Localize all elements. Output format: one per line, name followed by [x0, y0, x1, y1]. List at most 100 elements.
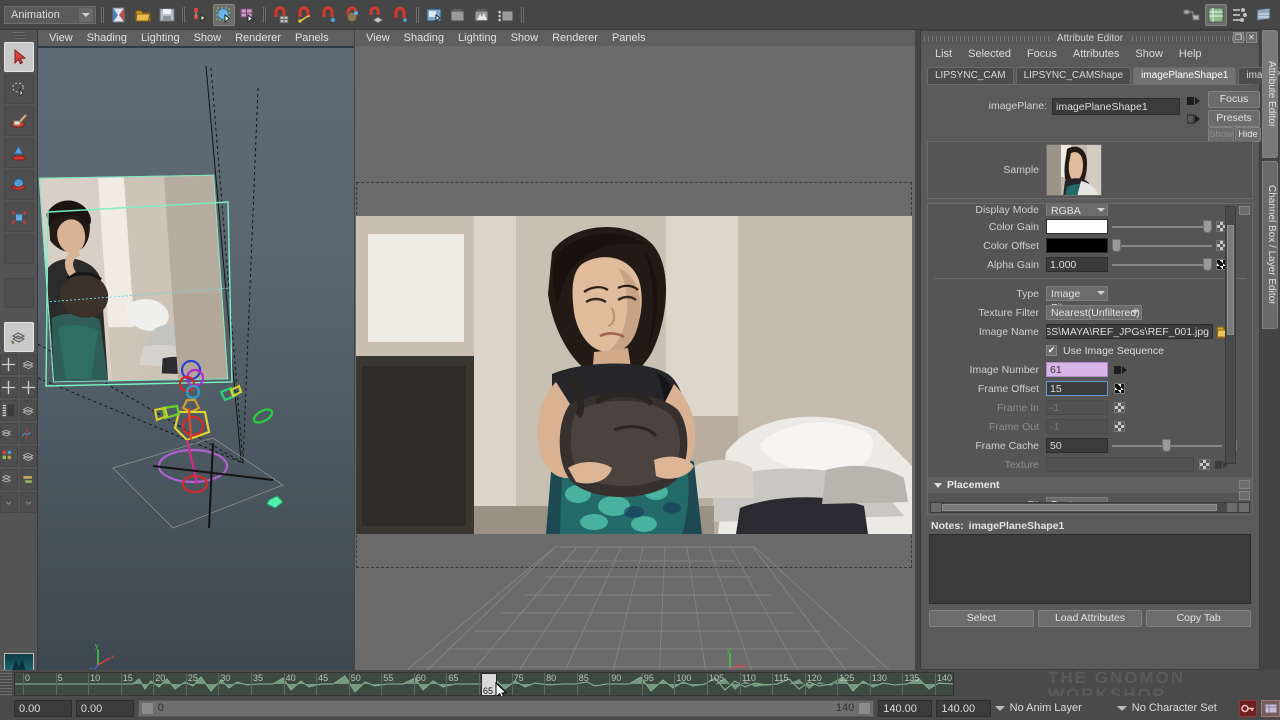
- time-slider-grip[interactable]: [0, 670, 12, 698]
- range-end-field[interactable]: 140.00: [936, 700, 990, 717]
- new-scene-icon[interactable]: [108, 4, 130, 26]
- viewport-menu-renderer[interactable]: Renderer: [545, 30, 605, 46]
- input-connection-icon[interactable]: [1187, 95, 1201, 107]
- paint-selection-tool[interactable]: [4, 106, 34, 136]
- channel-box-toggle-icon[interactable]: [1229, 4, 1251, 26]
- field-texture[interactable]: Texture: [928, 456, 1252, 473]
- perspective-viewport-canvas[interactable]: y x z persp (defaultRenderLayer) 61: [38, 48, 354, 685]
- field-color-gain[interactable]: Color Gain: [928, 218, 1252, 235]
- anim-layer-dropdown-arrow[interactable]: [995, 706, 1006, 711]
- image-name-field[interactable]: TERCLASS\MAYA\REF_JPGs\REF_001.jpg: [1046, 324, 1213, 339]
- color-offset-slider[interactable]: [1112, 238, 1212, 253]
- frame-in-connection-box[interactable]: [1114, 402, 1125, 413]
- menu-attributes[interactable]: Attributes: [1065, 48, 1127, 60]
- field-frame-out[interactable]: Frame Out -1: [928, 418, 1252, 435]
- texture-filter-select[interactable]: Nearest(Unfiltered): [1046, 305, 1142, 320]
- frame-out-connection-box[interactable]: [1114, 421, 1125, 432]
- color-gain-slider[interactable]: [1112, 219, 1212, 234]
- range-slider-left-handle[interactable]: [141, 702, 154, 715]
- close-window-button[interactable]: ✕: [1246, 32, 1257, 43]
- hide-button[interactable]: Hide: [1235, 127, 1261, 142]
- focus-button[interactable]: Focus: [1208, 91, 1260, 108]
- color-offset-swatch[interactable]: [1046, 238, 1108, 253]
- menu-show[interactable]: Show: [1127, 48, 1171, 60]
- display-mode-select[interactable]: RGBA: [1046, 204, 1108, 216]
- character-set-dropdown-arrow[interactable]: [1117, 706, 1128, 711]
- viewport-menu-shading[interactable]: Shading: [397, 30, 451, 46]
- frame-cache-field[interactable]: 50: [1046, 438, 1108, 453]
- field-image-name[interactable]: Image Name TERCLASS\MAYA\REF_JPGs\REF_00…: [928, 323, 1252, 340]
- four-view-layout[interactable]: [0, 354, 18, 375]
- load-attributes-button[interactable]: Load Attributes: [1038, 610, 1143, 627]
- presets-button[interactable]: Presets: [1208, 110, 1260, 127]
- layout-extra-b[interactable]: [20, 492, 38, 513]
- frame-cache-slider[interactable]: [1112, 438, 1222, 453]
- persp-trax-layout[interactable]: [20, 469, 38, 490]
- side-tab-attribute-editor[interactable]: Attribute Editor: [1262, 30, 1278, 158]
- range-slider-right-handle[interactable]: [858, 702, 871, 715]
- snap-to-projected-center-icon[interactable]: [342, 4, 364, 26]
- field-frame-cache[interactable]: Frame Cache 50: [928, 437, 1252, 454]
- show-button[interactable]: Show: [1208, 127, 1234, 142]
- viewport-menu-lighting[interactable]: Lighting: [451, 30, 504, 46]
- menu-set-dropdown[interactable]: Animation: [4, 6, 96, 24]
- hypershade-render-icon[interactable]: [495, 4, 517, 26]
- copy-tab-button[interactable]: Copy Tab: [1146, 610, 1251, 627]
- persp-dope-sheet-layout[interactable]: [0, 469, 18, 490]
- texture-connection-box[interactable]: [1199, 459, 1210, 470]
- two-pane-stacked-layout[interactable]: [20, 377, 38, 398]
- range-slider[interactable]: 0 140: [138, 700, 875, 717]
- two-pane-side-layout[interactable]: [0, 377, 18, 398]
- viewport-menu-renderer[interactable]: Renderer: [228, 30, 288, 46]
- snap-to-curve-icon[interactable]: [294, 4, 316, 26]
- menu-selected[interactable]: Selected: [960, 48, 1019, 60]
- viewport-menu-show[interactable]: Show: [504, 30, 546, 46]
- scroll-up-arrow[interactable]: [1239, 206, 1250, 215]
- persp-curve-layout[interactable]: [20, 423, 38, 444]
- tab-lipsync-camshape[interactable]: LIPSYNC_CAMShape: [1016, 67, 1132, 84]
- persp-graph-layout[interactable]: [20, 400, 38, 421]
- show-hide-sidebar-icon[interactable]: [1181, 4, 1203, 26]
- texture-field[interactable]: [1046, 457, 1194, 472]
- field-display-mode[interactable]: Display Mode RGBA: [928, 204, 1252, 216]
- move-tool[interactable]: [4, 138, 34, 168]
- perspective-viewport[interactable]: View Shading Lighting Show Renderer Pane…: [38, 30, 354, 685]
- range-start-field[interactable]: 0.00: [14, 700, 72, 717]
- render-current-frame-icon[interactable]: [423, 4, 445, 26]
- alpha-gain-field[interactable]: 1.000: [1046, 257, 1108, 272]
- snap-to-grid-icon[interactable]: [270, 4, 292, 26]
- field-frame-in[interactable]: Frame In -1: [928, 399, 1252, 416]
- open-scene-icon[interactable]: [132, 4, 154, 26]
- side-tab-channel-box[interactable]: Channel Box / Layer Editor: [1262, 161, 1278, 329]
- node-name-field[interactable]: imagePlaneShape1: [1052, 98, 1180, 115]
- persp-render-layout[interactable]: [20, 446, 38, 467]
- outliner-persp-layout[interactable]: [0, 400, 18, 421]
- notes-textarea[interactable]: [929, 534, 1251, 604]
- select-by-hierarchy-icon[interactable]: [189, 4, 211, 26]
- persp-graph-editor-layout[interactable]: [0, 423, 18, 444]
- playback-end-field[interactable]: 140.00: [878, 700, 932, 717]
- select-by-object-icon[interactable]: [213, 4, 235, 26]
- field-image-number[interactable]: Image Number 61: [928, 361, 1252, 378]
- viewport-menu-lighting[interactable]: Lighting: [134, 30, 187, 46]
- layout-extra-a[interactable]: [0, 492, 18, 513]
- attributes-horizontal-scrollbar[interactable]: [930, 502, 1250, 513]
- chevron-down-icon[interactable]: [79, 8, 93, 22]
- make-live-icon[interactable]: [390, 4, 412, 26]
- persp-outliner-layout[interactable]: [20, 354, 38, 375]
- lasso-select-tool[interactable]: [4, 74, 34, 104]
- snap-to-point-icon[interactable]: [318, 4, 340, 26]
- scroll-down-arrow[interactable]: [1239, 491, 1250, 500]
- output-connection-icon[interactable]: [1187, 113, 1201, 125]
- select-tool[interactable]: [4, 42, 34, 72]
- field-frame-offset[interactable]: Frame Offset 15: [928, 380, 1252, 397]
- placement-section-header[interactable]: Placement: [928, 477, 1252, 493]
- time-slider[interactable]: 0510152025303540455055606570758085909510…: [0, 670, 1280, 698]
- field-alpha-gain[interactable]: Alpha Gain 1.000: [928, 256, 1252, 273]
- field-color-offset[interactable]: Color Offset: [928, 237, 1252, 254]
- attribute-editor-titlebar[interactable]: Attribute Editor ❐ ✕: [921, 31, 1259, 45]
- viewport-menu-view[interactable]: View: [359, 30, 397, 46]
- tab-imageplaneshape1[interactable]: imagePlaneShape1: [1133, 67, 1236, 84]
- character-rig-controls[interactable]: [143, 348, 283, 548]
- render-settings-icon[interactable]: [471, 4, 493, 26]
